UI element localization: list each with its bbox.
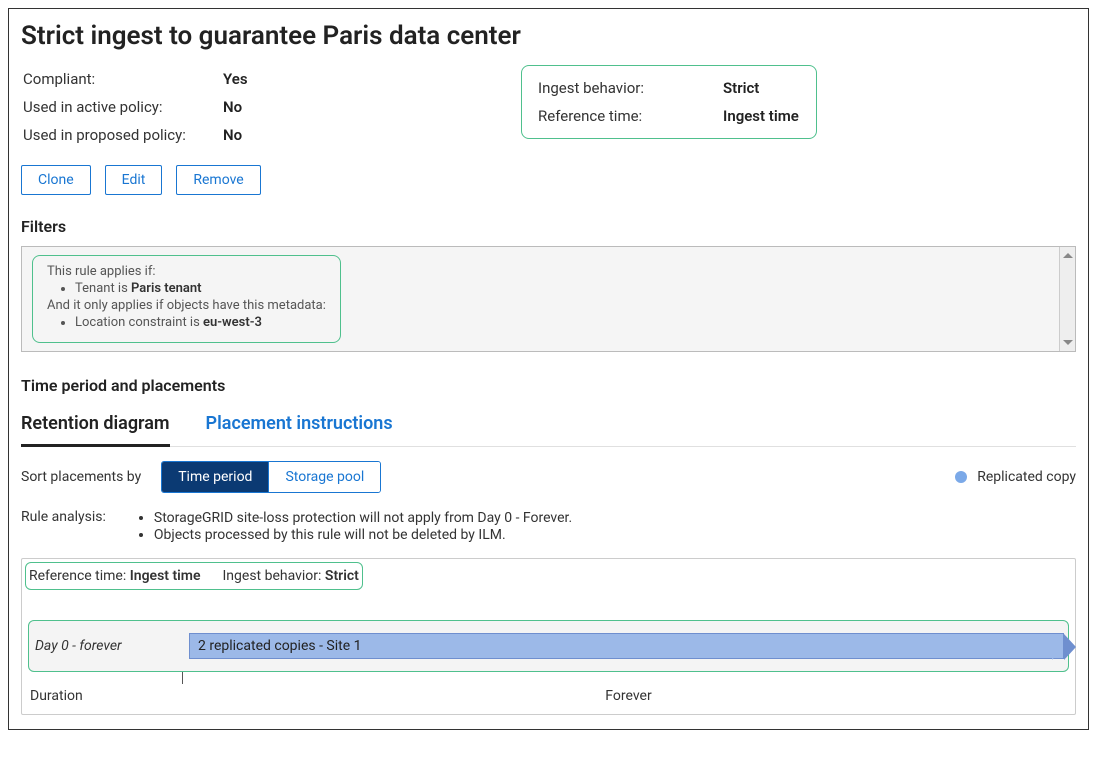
diagram-header: Reference time: Ingest time Ingest behav…: [25, 562, 363, 590]
sort-time-period[interactable]: Time period: [162, 462, 268, 492]
filters-box: This rule applies if: Tenant is Paris te…: [21, 246, 1076, 352]
sort-storage-pool[interactable]: Storage pool: [268, 462, 380, 492]
details-left-panel: Compliant: Yes Used in active policy: No…: [21, 65, 481, 149]
filters-and: And it only applies if objects have this…: [47, 298, 326, 313]
page-title: Strict ingest to guarantee Paris data ce…: [21, 21, 1076, 51]
retention-row: Day 0 - forever 2 replicated copies - Si…: [28, 620, 1069, 672]
rule-analysis-label: Rule analysis:: [21, 509, 106, 544]
retention-diagram: Reference time: Ingest time Ingest behav…: [21, 558, 1076, 715]
analysis-item: Objects processed by this rule will not …: [154, 527, 572, 543]
filters-intro: This rule applies if:: [47, 264, 326, 279]
proposed-policy-value: No: [223, 126, 242, 144]
compliant-label: Compliant:: [23, 70, 223, 88]
ingest-behavior-value: Strict: [723, 79, 759, 97]
placement-bar: 2 replicated copies - Site 1: [189, 633, 1064, 659]
remove-button[interactable]: Remove: [176, 165, 260, 195]
forever-label: Forever: [190, 688, 1067, 704]
rule-analysis-list: StorageGRID site-loss protection will no…: [136, 509, 572, 544]
filter-location: Location constraint is eu-west-3: [75, 315, 326, 330]
replicated-dot-icon: [955, 471, 967, 483]
sort-label: Sort placements by: [21, 469, 141, 485]
clone-button[interactable]: Clone: [21, 165, 91, 195]
compliant-value: Yes: [223, 70, 248, 88]
active-policy-label: Used in active policy:: [23, 98, 223, 116]
filters-header: Filters: [21, 217, 1076, 236]
reference-time-label: Reference time:: [538, 107, 723, 125]
reference-time-value: Ingest time: [723, 107, 799, 125]
analysis-item: StorageGRID site-loss protection will no…: [154, 510, 572, 526]
tab-retention-diagram[interactable]: Retention diagram: [21, 405, 170, 447]
details-right-panel: Ingest behavior: Strict Reference time: …: [521, 65, 817, 139]
edit-button[interactable]: Edit: [105, 165, 163, 195]
duration-label: Duration: [30, 688, 190, 704]
retention-row-label: Day 0 - forever: [31, 638, 189, 654]
scrollbar[interactable]: [1059, 247, 1075, 351]
tab-placement-instructions[interactable]: Placement instructions: [206, 405, 393, 446]
filter-tenant: Tenant is Paris tenant: [75, 281, 326, 296]
active-policy-value: No: [223, 98, 242, 116]
filters-content: This rule applies if: Tenant is Paris te…: [32, 255, 341, 343]
arrow-right-icon: [1064, 634, 1076, 660]
legend-replicated-label: Replicated copy: [977, 469, 1076, 485]
time-placements-header: Time period and placements: [21, 376, 1076, 395]
legend: Replicated copy: [955, 469, 1076, 485]
proposed-policy-label: Used in proposed policy:: [23, 126, 223, 144]
ingest-behavior-label: Ingest behavior:: [538, 79, 723, 97]
